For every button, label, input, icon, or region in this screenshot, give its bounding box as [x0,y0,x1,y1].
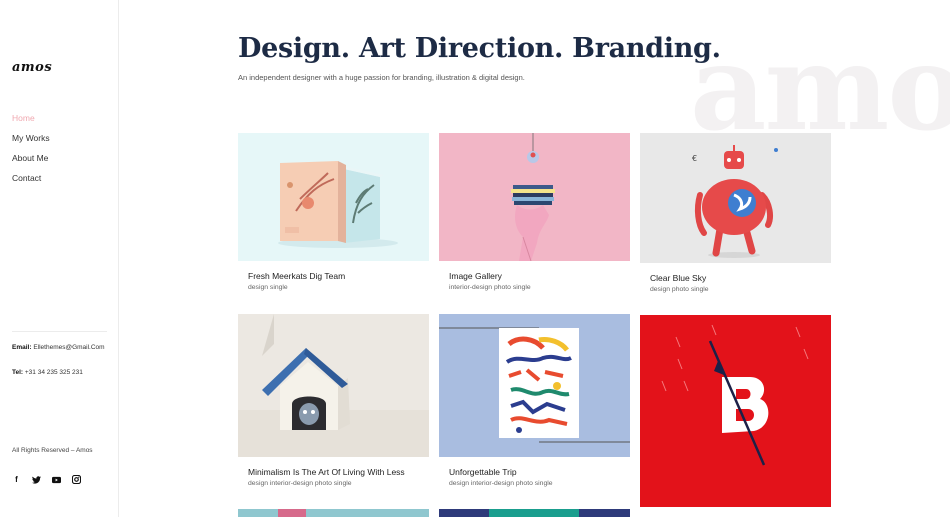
work-thumbnail[interactable]: € [640,133,831,263]
nav-item-my-works[interactable]: My Works [12,133,50,153]
work-categories: design interior-design photo single [248,480,352,487]
work-thumbnail[interactable] [238,314,429,457]
work-title[interactable]: Minimalism Is The Art Of Living With Les… [248,467,429,477]
work-categories: design photo single [650,286,709,293]
work-thumbnail[interactable] [238,133,429,261]
work-thumbnail-detail [278,509,306,517]
work-categories: interior-design photo single [449,284,531,291]
work-card-b-poster[interactable] [640,315,831,507]
contact-email: Email: Ellethemes@Gmail.Com [12,344,105,351]
page-subtitle: An independent designer with a huge pass… [238,73,525,82]
work-thumbnail[interactable] [640,315,831,507]
work-thumbnail[interactable] [439,133,630,261]
work-thumbnail-detail [489,509,579,517]
sidebar-divider [12,331,107,332]
email-value[interactable]: Ellethemes@Gmail.Com [33,344,104,351]
tel-label: Tel: [12,369,24,376]
work-categories: design single [248,284,288,291]
svg-text:€: € [692,154,697,163]
work-card-image-gallery[interactable]: Image Gallery interior-design photo sing… [439,133,630,291]
main-nav: Home My Works About Me Contact [12,113,50,193]
social-links: f [12,475,81,484]
twitter-icon[interactable] [32,475,41,484]
work-card-clear-blue-sky[interactable]: € Clear Blue Sky design photo single [640,133,831,293]
work-card-partial[interactable] [238,509,429,517]
contact-tel: Tel: +31 34 235 325 231 [12,369,83,376]
tel-value: +31 34 235 325 231 [24,369,83,376]
work-card-partial[interactable] [439,509,630,517]
nav-item-about-me[interactable]: About Me [12,153,50,173]
sidebar: amos Home My Works About Me Contact Emai… [0,0,119,517]
instagram-icon[interactable] [72,475,81,484]
nav-item-contact[interactable]: Contact [12,173,50,193]
work-title[interactable]: Clear Blue Sky [650,273,831,283]
facebook-icon[interactable]: f [12,475,21,484]
youtube-icon[interactable] [52,475,61,484]
email-label: Email: [12,344,32,351]
page-title: Design. Art Direction. Branding. [238,33,721,64]
work-title[interactable]: Unforgettable Trip [449,467,630,477]
work-thumbnail[interactable] [439,314,630,457]
copyright: All Rights Reserved – Amos [12,447,93,454]
site-logo[interactable]: amos [12,60,52,75]
work-card-fresh-meerkats[interactable]: Fresh Meerkats Dig Team design single [238,133,429,291]
work-card-minimalism[interactable]: Minimalism Is The Art Of Living With Les… [238,314,429,487]
work-title[interactable]: Fresh Meerkats Dig Team [248,271,429,281]
nav-item-home[interactable]: Home [12,113,50,133]
work-card-unforgettable-trip[interactable]: Unforgettable Trip design interior-desig… [439,314,630,487]
work-categories: design interior-design photo single [449,480,553,487]
work-title[interactable]: Image Gallery [449,271,630,281]
